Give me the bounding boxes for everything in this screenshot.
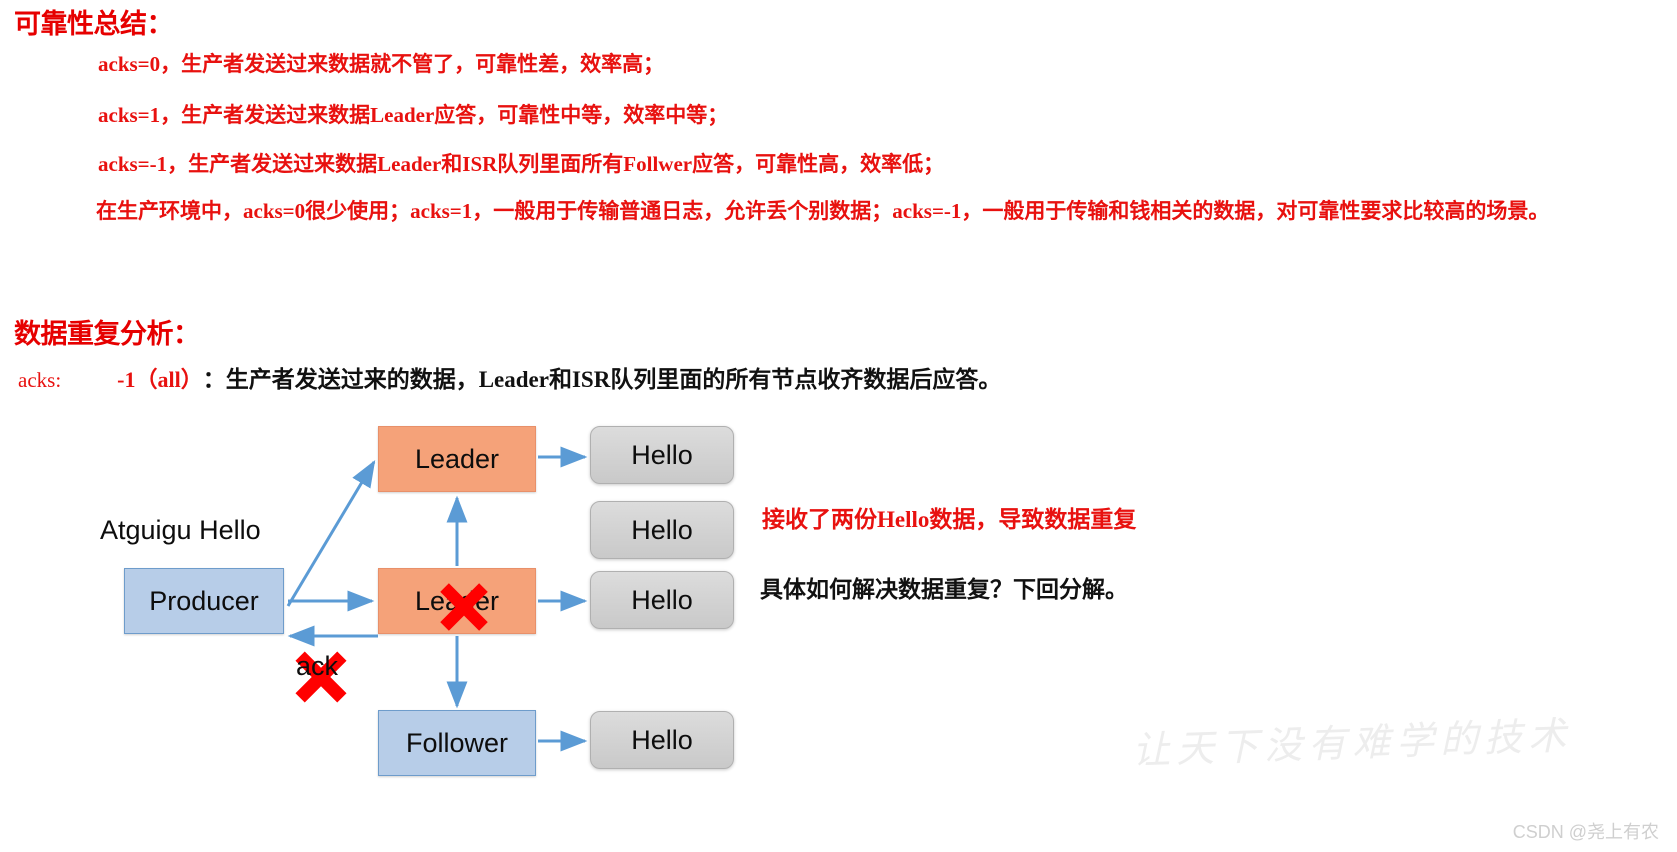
hello-box-1: Hello bbox=[590, 501, 734, 559]
annotation-next-topic: 具体如何解决数据重复？下回分解。 bbox=[760, 577, 1128, 602]
hello-box-3: Hello bbox=[590, 711, 734, 769]
arrow-producer-to-leader-top bbox=[286, 459, 376, 607]
hello-box-2: Hello bbox=[590, 571, 734, 629]
page-title-reliability-summary: 可靠性总结： bbox=[14, 9, 174, 40]
node-leader-mid[interactable]: Leader bbox=[378, 568, 536, 634]
acks-summary-line-1: acks=1，生产者发送过来数据Leader应答，可靠性中等，效率中等； bbox=[98, 103, 729, 127]
acks-summary-line-2: acks=-1，生产者发送过来数据Leader和ISR队列里面所有Follwer… bbox=[98, 152, 945, 176]
annotation-duplicate-warning: 接收了两份Hello数据，导致数据重复 bbox=[762, 507, 1137, 532]
acks-all-label: acks: bbox=[18, 368, 62, 392]
hello-box-0: Hello bbox=[590, 426, 734, 484]
acks-all-description: ：生产者发送过来的数据，Leader和ISR队列里面的所有节点收齐数据后应答。 bbox=[202, 367, 1002, 392]
watermark-csdn-credit: CSDN @尧上有农 bbox=[1512, 822, 1659, 842]
acks-summary-line-0: acks=0，生产者发送过来数据就不管了，可靠性差，效率高； bbox=[98, 52, 665, 76]
node-producer[interactable]: Producer bbox=[124, 568, 284, 634]
node-follower[interactable]: Follower bbox=[378, 710, 536, 776]
page-title-duplicate-analysis: 数据重复分析： bbox=[14, 319, 200, 350]
acks-all-definition-row: acks: -1（all） ：生产者发送过来的数据，Leader和ISR队列里面… bbox=[18, 360, 1001, 394]
production-environment-note: 在生产环境中，acks=0很少使用；acks=1，一般用于传输普通日志，允许丢个… bbox=[96, 199, 1550, 223]
ack-label: ack bbox=[296, 651, 339, 681]
acks-all-value: -1（all） bbox=[117, 367, 203, 392]
producer-input-label: Atguigu Hello bbox=[100, 515, 261, 545]
node-leader-top[interactable]: Leader bbox=[378, 426, 536, 492]
